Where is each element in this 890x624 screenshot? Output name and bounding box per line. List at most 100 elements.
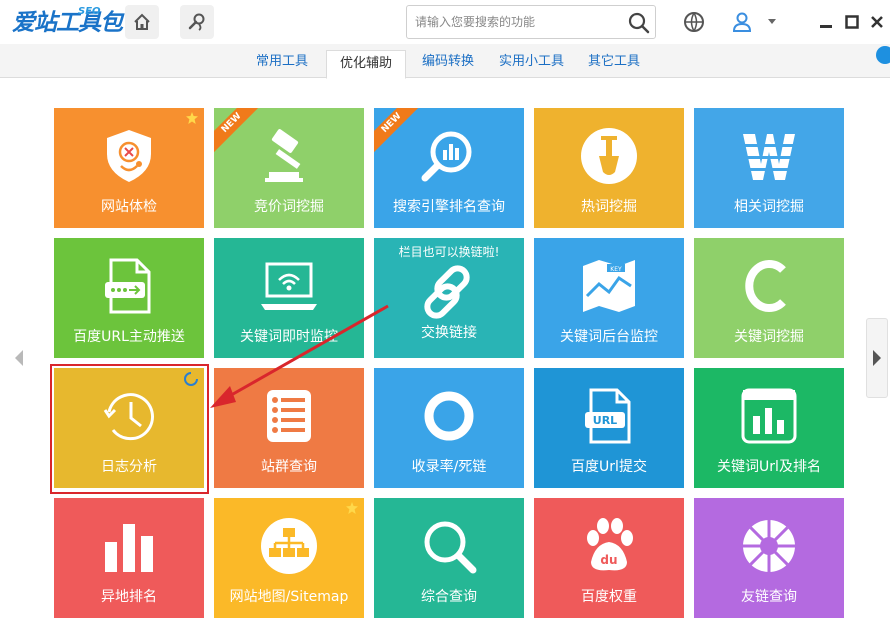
tile-comprehensive-query[interactable]: 综合查询 (374, 498, 524, 618)
sitemap-icon (261, 518, 317, 574)
user-icon (732, 12, 752, 32)
tab-common-tools[interactable]: 常用工具 (256, 50, 308, 78)
app-logo: 爱站工具包 SEO (12, 6, 123, 38)
tile-label: 竞价词挖掘 (254, 199, 324, 215)
ring-icon (424, 391, 474, 441)
tile-label: 相关词挖掘 (734, 199, 804, 215)
tile-index-rate-deadlink[interactable]: 收录率/死链 (374, 368, 524, 488)
tile-label: 站群查询 (261, 459, 317, 475)
tile-site-checkup[interactable]: 网站体检 (54, 108, 204, 228)
globe-icon (684, 12, 704, 32)
tab-encoding[interactable]: 编码转换 (422, 50, 474, 78)
shovel-icon (581, 128, 637, 184)
tile-keyword-url-ranking[interactable]: 关键词Url及排名 (694, 368, 844, 488)
tile-keyword-mining[interactable]: 关键词挖掘 (694, 238, 844, 358)
tile-keyword-realtime-monitor[interactable]: 关键词即时监控 (214, 238, 364, 358)
paw-du-icon: du (587, 518, 633, 571)
wrench-icon (188, 13, 205, 31)
user-menu-button[interactable] (762, 8, 782, 36)
home-button[interactable] (125, 5, 159, 39)
chain-link-icon (424, 265, 470, 319)
new-badge: NEW (214, 108, 266, 158)
caret-down-icon (768, 19, 776, 24)
maximize-icon (845, 15, 859, 29)
laptop-wifi-icon (261, 262, 317, 310)
skin-button[interactable] (680, 8, 708, 36)
chevron-right-icon (873, 350, 881, 366)
list-doc-icon (267, 390, 311, 442)
w-letter-icon (743, 134, 795, 180)
search-box (406, 5, 656, 39)
star-icon (186, 112, 198, 124)
prev-page-button[interactable] (8, 318, 30, 398)
tile-related-word-mining[interactable]: 相关词挖掘 (694, 108, 844, 228)
magnifier-chart-icon (421, 131, 472, 182)
tile-note: 栏目也可以换链啦! (398, 245, 500, 259)
gavel-icon (265, 129, 303, 182)
search-icon (424, 521, 477, 574)
tile-label: 友链查询 (741, 589, 797, 605)
home-icon (134, 13, 150, 30)
file-arrow-icon (105, 258, 151, 314)
minimize-button[interactable] (812, 8, 840, 36)
url-doc-icon: URL (585, 388, 631, 444)
tile-label: 百度URL主动推送 (73, 329, 185, 345)
close-icon (871, 16, 883, 28)
title-bar: 爱站工具包 SEO (0, 0, 890, 44)
tile-baidu-weight[interactable]: du 百度权重 (534, 498, 684, 618)
tile-search-ranking[interactable]: NEW 搜索引擎排名查询 (374, 108, 524, 228)
tile-label: 网站地图/Sitemap (229, 589, 349, 605)
logo-sub: SEO (78, 6, 101, 17)
next-page-button[interactable] (866, 318, 888, 398)
tile-label: 综合查询 (421, 589, 477, 605)
search-input[interactable] (415, 12, 625, 32)
tile-remote-ranking[interactable]: 异地排名 (54, 498, 204, 618)
tile-exchange-links[interactable]: 栏目也可以换链啦! 交换链接 (374, 238, 524, 358)
shield-stethoscope-icon (107, 130, 151, 182)
tile-label: 百度权重 (581, 589, 637, 605)
tile-label: 关键词Url及排名 (717, 459, 821, 475)
tile-label: 收录率/死链 (411, 459, 487, 475)
tile-site-group-query[interactable]: 站群查询 (214, 368, 364, 488)
tile-label: 搜索引擎排名查询 (393, 199, 505, 215)
tile-keyword-backend-monitor[interactable]: KEY 关键词后台监控 (534, 238, 684, 358)
tile-sitemap[interactable]: 网站地图/Sitemap (214, 498, 364, 618)
tile-baidu-url-submit[interactable]: URL 百度Url提交 (534, 368, 684, 488)
chevron-left-icon (15, 350, 23, 366)
tools-button[interactable] (180, 5, 214, 39)
map-chart-icon: KEY (583, 260, 635, 312)
tile-bid-keyword-mining[interactable]: NEW 竞价词挖掘 (214, 108, 364, 228)
bar-window-icon (741, 388, 797, 444)
tile-label: 交换链接 (421, 325, 477, 341)
tab-bar: 常用工具 优化辅助 编码转换 实用小工具 其它工具 (0, 44, 890, 79)
close-button[interactable] (863, 8, 890, 36)
du-label: du (600, 553, 617, 567)
tab-optimization[interactable]: 优化辅助 (326, 50, 406, 79)
tile-label: 异地排名 (101, 589, 157, 605)
tile-label: 关键词后台监控 (560, 329, 658, 345)
tile-label: 热词挖掘 (581, 199, 637, 215)
tile-baidu-url-push[interactable]: 百度URL主动推送 (54, 238, 204, 358)
tile-label: 百度Url提交 (571, 459, 647, 475)
tab-utilities[interactable]: 实用小工具 (499, 50, 564, 78)
minimize-icon (820, 25, 832, 28)
tile-friend-link-query[interactable]: 友链查询 (694, 498, 844, 618)
wheel-icon (743, 520, 795, 572)
user-button[interactable] (728, 8, 756, 36)
star-icon (346, 502, 358, 514)
new-badge: NEW (374, 108, 426, 158)
tab-other-tools[interactable]: 其它工具 (588, 50, 640, 78)
highlight-box (50, 364, 209, 494)
notification-icon[interactable] (876, 46, 890, 64)
c-letter-icon (745, 260, 786, 312)
bars-icon (105, 524, 153, 572)
tile-hot-word-mining[interactable]: 热词挖掘 (534, 108, 684, 228)
tile-label: 关键词挖掘 (734, 329, 804, 345)
logo-text: 爱站工具包 (12, 10, 123, 36)
url-label: URL (593, 414, 617, 427)
tile-label: 网站体检 (101, 199, 157, 215)
maximize-button[interactable] (838, 8, 866, 36)
tile-label: 关键词即时监控 (240, 329, 338, 345)
search-icon[interactable] (627, 11, 651, 35)
key-label: KEY (610, 266, 622, 273)
